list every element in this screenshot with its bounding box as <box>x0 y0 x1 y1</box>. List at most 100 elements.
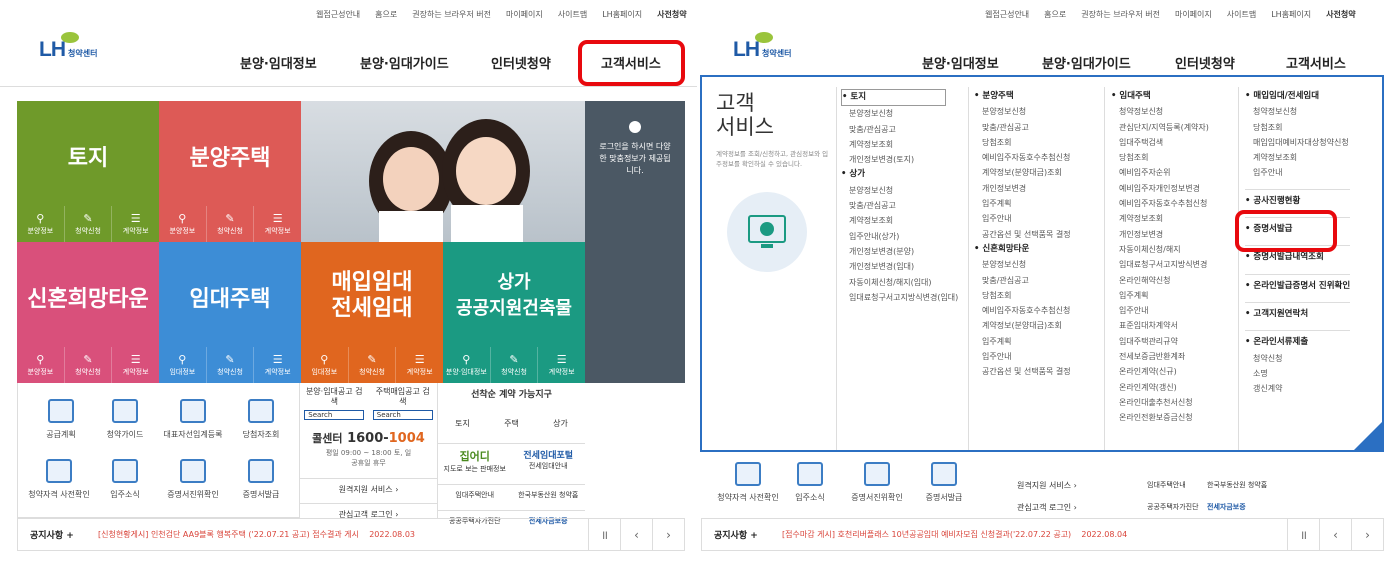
mega-item[interactable]: 예비입주자순위 <box>1111 165 1209 180</box>
mega-item[interactable]: 예비입주자동호수추첨신청 <box>1111 196 1209 211</box>
quick-verify[interactable]: 증명서진위확인 <box>158 459 228 500</box>
quick-move-in[interactable]: 입주소식 <box>90 459 160 500</box>
next-icon[interactable]: › <box>652 519 684 550</box>
tile-sale-housing[interactable]: 분양주택 ⚲ 분양정보 ✎ 청약신청 ☰ 계약정보 <box>159 101 301 242</box>
mega-item[interactable]: 분양정보신청 <box>841 183 958 198</box>
mega-item[interactable]: 당첨조회 <box>974 288 1071 303</box>
util-accessibility[interactable]: 웹접근성안내 <box>316 9 360 20</box>
mega-heading[interactable]: • 고객지원연락처 <box>1245 301 1351 322</box>
mega-item[interactable]: 전세보증금반환계좌 <box>1111 349 1209 364</box>
tile-commercial[interactable]: 상가 공공지원건축물 ⚲ 분양·임대정보 ✎ 청약신청 ☰ 계약정보 <box>443 242 585 383</box>
mega-item[interactable]: 매입임대예비자대상청약신청 <box>1245 135 1350 150</box>
mega-heading[interactable]: • 상가 <box>841 167 958 182</box>
mega-heading[interactable]: • 신혼희망타운 <box>974 242 1071 257</box>
mega-heading[interactable]: • 온라인서류제출 <box>1245 330 1351 350</box>
mega-item[interactable]: 관심단지/지역등록(계약자) <box>1111 120 1209 135</box>
mega-item[interactable]: 입주안내(상가) <box>841 229 958 244</box>
fc-house[interactable]: 주택 <box>504 418 519 429</box>
jeonse-portal-banner[interactable]: 전세임대포털 전세임대안내 <box>512 448 586 474</box>
mega-heading[interactable]: • 매입임대/전세임대 <box>1245 89 1350 104</box>
mega-item[interactable]: 입주계획 <box>974 334 1071 349</box>
mega-item[interactable]: 공간옵션 및 선택품목 결정 <box>974 227 1071 242</box>
tile-rental[interactable]: 임대주택 ⚲ 임대정보 ✎ 청약신청 ☰ 계약정보 <box>159 242 301 383</box>
mega-item[interactable]: 임대주택관리규약 <box>1111 334 1209 349</box>
mega-item[interactable]: 맞춤/관심공고 <box>974 120 1071 135</box>
gnav-info-r[interactable]: 분양·임대정보 <box>922 53 999 72</box>
mega-item[interactable]: 표준임대차계약서 <box>1111 318 1209 333</box>
mega-item[interactable]: 온라인전환보증금신청 <box>1111 410 1209 425</box>
gnav-customer-r[interactable]: 고객서비스 <box>1286 53 1346 72</box>
mega-heading[interactable]: • 온라인발급증명서 진위확인 <box>1245 273 1351 294</box>
gnav-internet-r[interactable]: 인터넷청약 <box>1175 53 1235 72</box>
mega-heading[interactable]: • 임대주택 <box>1111 89 1209 104</box>
util-lh-home[interactable]: LH홈페이지 <box>602 9 642 20</box>
quick-certificate[interactable]: 증명서발급 <box>226 459 296 500</box>
mega-item[interactable]: 온라인대출추천서신청 <box>1111 395 1209 410</box>
mega-item[interactable]: 소명 <box>1245 366 1350 381</box>
mega-item[interactable]: 입주안내 <box>974 211 1071 226</box>
mega-item[interactable]: 당첨조회 <box>974 135 1071 150</box>
mega-item[interactable]: 당첨조회 <box>1245 120 1350 135</box>
remote-support-link[interactable]: 원격지원 서비스 › <box>300 478 437 495</box>
mega-item[interactable]: 임대료청구서고지방식변경(임대) <box>841 290 958 305</box>
pause-icon[interactable]: ॥ <box>1287 519 1319 550</box>
lh-logo-r[interactable]: LH 청약센터 <box>733 32 791 62</box>
mega-item[interactable]: 개인정보변경 <box>1111 227 1209 242</box>
mega-item[interactable]: 온라인계약(갱신) <box>1111 380 1209 395</box>
mega-item[interactable]: 당첨조회 <box>1111 150 1209 165</box>
lh-logo[interactable]: LH 청약센터 <box>39 32 97 62</box>
mega-item[interactable]: 맞춤/관심공고 <box>841 198 958 213</box>
mega-heading[interactable]: • 토지 <box>841 89 946 107</box>
mega-item[interactable]: 개인정보변경(분양) <box>841 244 958 259</box>
gnav-internet[interactable]: 인터넷청약 <box>491 53 551 72</box>
search-box-b[interactable]: 주택매입공고 검색 Search <box>372 387 433 420</box>
mega-item[interactable]: 예비입주자동호수추첨신청 <box>974 150 1071 165</box>
prev-icon[interactable]: ‹ <box>620 519 652 550</box>
quick-eligibility[interactable]: 청약자격 사전확인 <box>26 459 92 500</box>
login-banner[interactable]: 로그인을 하시면 다양한 맞춤정보가 제공됩니다. <box>585 101 685 383</box>
mega-item[interactable]: 계약정보조회 <box>841 137 958 152</box>
mega-item[interactable]: 계약정보조회 <box>1245 150 1350 165</box>
mega-item[interactable]: 갱신계약 <box>1245 381 1350 396</box>
util-browser[interactable]: 권장하는 브라우저 버전 <box>412 9 491 20</box>
mega-item[interactable]: 입주계획 <box>1111 288 1209 303</box>
mega-item[interactable]: 임대료청구서고지방식변경 <box>1111 257 1209 272</box>
gnav-info[interactable]: 분양·임대정보 <box>240 53 317 72</box>
mega-item[interactable]: 온라인계약(신규) <box>1111 364 1209 379</box>
mega-item[interactable]: 예비입주자동호수추첨신청 <box>974 303 1071 318</box>
close-icon[interactable] <box>1354 422 1382 450</box>
next-icon[interactable]: › <box>1351 519 1383 550</box>
util-mypage[interactable]: 마이페이지 <box>506 9 543 20</box>
mega-item[interactable]: 입주계획 <box>974 196 1071 211</box>
prev-icon[interactable]: ‹ <box>1319 519 1351 550</box>
gnav-guide[interactable]: 분양·임대가이드 <box>360 53 449 72</box>
gnav-guide-r[interactable]: 분양·임대가이드 <box>1042 53 1131 72</box>
mega-item[interactable]: 분양정보신청 <box>841 106 958 121</box>
mega-item[interactable]: 분양정보신청 <box>974 257 1071 272</box>
mega-item[interactable]: 공간옵션 및 선택품목 결정 <box>974 364 1071 379</box>
mega-item[interactable]: 청약신청 <box>1245 351 1350 366</box>
mega-heading[interactable]: • 공사진행현황 <box>1245 188 1351 209</box>
mega-item[interactable]: 자동이체신청/해지(임대) <box>841 275 958 290</box>
mega-item[interactable]: 계약정보(분양대금)조회 <box>974 165 1071 180</box>
quick-representative[interactable]: 대표자선임계등록 <box>158 399 228 440</box>
mega-item[interactable]: 청약정보신청 <box>1111 104 1209 119</box>
fc-store[interactable]: 상가 <box>553 418 568 429</box>
mega-item[interactable]: 맞춤/관심공고 <box>841 122 958 137</box>
notice-text[interactable]: [신청현황게시] 인천검단 AA9블록 행복주택 ('22.07.21 공고) … <box>98 529 588 540</box>
mega-item[interactable]: 개인정보변경(토지) <box>841 152 958 167</box>
search-box-a[interactable]: 분양·임대공고 검색 Search <box>304 387 365 420</box>
notice-label[interactable]: 공지사항 + <box>18 528 98 541</box>
mega-item[interactable]: 개인정보변경 <box>974 181 1071 196</box>
mega-heading[interactable]: • 분양주택 <box>974 89 1071 104</box>
util-pre-subscription[interactable]: 사전청약 <box>657 9 686 20</box>
mega-item[interactable]: 분양정보신청 <box>974 104 1071 119</box>
tile-newlywed[interactable]: 신혼희망타운 ⚲ 분양정보 ✎ 청약신청 ☰ 계약정보 <box>17 242 159 383</box>
rental-info-banner[interactable]: 임대주택안내 <box>438 490 512 500</box>
mega-item[interactable]: 계약정보조회 <box>1111 211 1209 226</box>
quick-winner[interactable]: 당첨자조회 <box>226 399 296 440</box>
mega-item[interactable]: 맞춤/관심공고 <box>974 273 1071 288</box>
mega-item[interactable]: 예비입주자개인정보변경 <box>1111 181 1209 196</box>
mega-item[interactable]: 청약정보신청 <box>1245 104 1350 119</box>
quick-guide[interactable]: 청약가이드 <box>90 399 160 440</box>
